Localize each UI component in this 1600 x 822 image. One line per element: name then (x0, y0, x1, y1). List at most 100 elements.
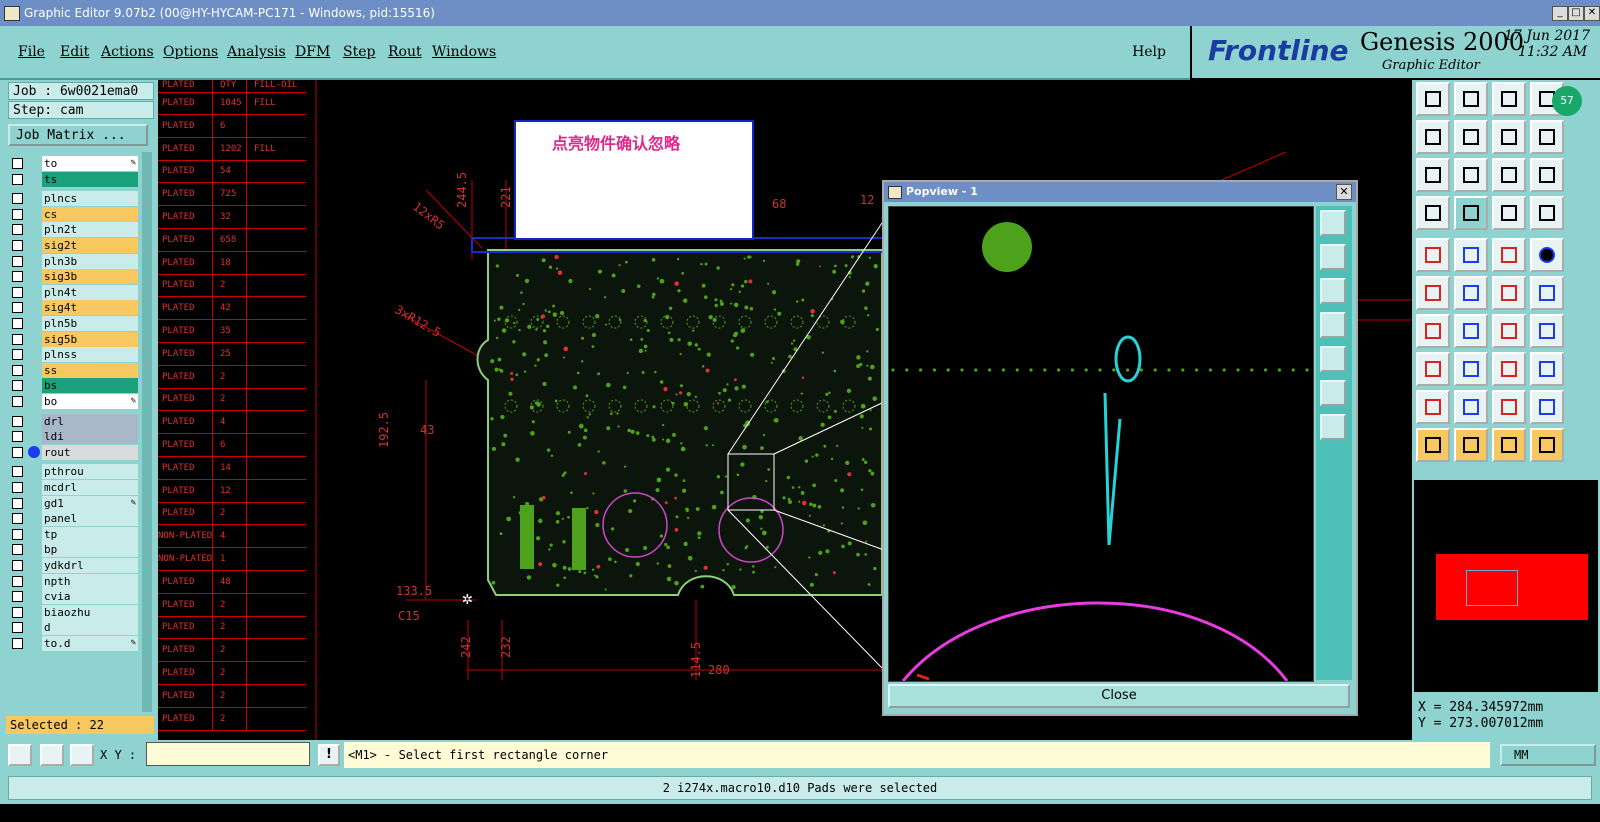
layer-name[interactable]: ydkdrl (42, 558, 138, 573)
help-icon[interactable] (1530, 158, 1564, 192)
popview-pan-up-icon[interactable] (1320, 244, 1346, 270)
layer-row[interactable]: pln4t (12, 284, 148, 300)
menu-dfm[interactable]: DFM (295, 44, 330, 60)
grid-icon[interactable] (70, 744, 94, 766)
draw-line-icon[interactable] (1416, 314, 1450, 348)
layer-name[interactable]: bo ✎ (42, 394, 138, 409)
layer-checkbox[interactable] (12, 606, 23, 618)
layer-checkbox[interactable] (12, 431, 23, 443)
layer-name[interactable]: rout (42, 444, 138, 460)
layer-checkbox[interactable] (12, 380, 23, 392)
layer-name[interactable]: pln4t (42, 284, 138, 300)
layer-name[interactable]: d (42, 620, 138, 636)
triangle-icon[interactable] (1416, 390, 1450, 424)
layer-checkbox[interactable] (12, 622, 23, 634)
measure-icon[interactable] (1416, 196, 1450, 230)
layer-name[interactable]: to ✎ (42, 156, 138, 171)
left-icon[interactable] (1416, 120, 1450, 154)
zoom-fit-icon[interactable] (1416, 158, 1450, 192)
layer-name[interactable]: sig4t (42, 300, 138, 316)
popview-pan-left-icon[interactable] (1320, 312, 1346, 338)
menu-options[interactable]: Options (163, 44, 218, 60)
select-pointer-icon[interactable] (1454, 428, 1488, 462)
layer-checkbox[interactable] (12, 333, 23, 345)
layer-swap-icon[interactable] (1530, 196, 1564, 230)
right-icon[interactable] (1454, 120, 1488, 154)
layer-name[interactable]: pln3b (42, 253, 138, 269)
layer-name[interactable]: pln2t (42, 222, 138, 238)
layer-row[interactable]: sig2t (12, 238, 148, 253)
layer-name[interactable]: sig2t (42, 238, 138, 253)
layer-row[interactable]: pln2t (12, 222, 148, 238)
cut-line-icon[interactable] (1454, 352, 1488, 386)
layer-checkbox[interactable] (12, 286, 23, 298)
connect-icon[interactable] (1416, 276, 1450, 310)
copy-icon[interactable] (1530, 276, 1564, 310)
layer-row[interactable]: plnss (12, 347, 148, 363)
layer-row[interactable]: bo ✎ (12, 394, 148, 409)
layer-checkbox[interactable] (12, 208, 23, 220)
menu-analysis[interactable]: Analysis (227, 44, 286, 60)
layer-row[interactable]: ss (12, 362, 148, 378)
select-box-icon[interactable] (1416, 352, 1450, 386)
layer-row[interactable]: npth (12, 573, 148, 589)
layer-name[interactable]: sig3b (42, 269, 138, 285)
layer-row[interactable]: biaozhu (12, 604, 148, 620)
fit-icon[interactable] (1492, 120, 1526, 154)
close-icon[interactable]: ✕ (1584, 6, 1600, 21)
layer-row[interactable]: bp (12, 542, 148, 558)
layer-checkbox[interactable] (12, 364, 23, 376)
layer-checkbox[interactable] (12, 255, 23, 267)
layer-checkbox[interactable] (12, 638, 23, 649)
layer-checkbox[interactable] (12, 575, 23, 587)
layer-name[interactable]: sig5b (42, 331, 138, 347)
layer-row[interactable]: d (12, 620, 148, 636)
menu-windows[interactable]: Windows (432, 44, 496, 60)
layer-checkbox[interactable] (12, 591, 23, 603)
layer-checkbox[interactable] (12, 349, 23, 361)
layer-row[interactable]: pln5b (12, 316, 148, 331)
arc-b-icon[interactable] (1492, 390, 1526, 424)
layer-name[interactable]: plnss (42, 347, 138, 363)
layer-row[interactable]: to ✎ (12, 156, 148, 171)
layer-name[interactable]: bp (42, 542, 138, 558)
layer-row[interactable]: bs (12, 378, 148, 394)
layer-row[interactable]: mcdrl (12, 480, 148, 495)
layer-checkbox[interactable] (12, 173, 23, 185)
layer-name[interactable]: tp (42, 526, 138, 542)
layer-name[interactable]: cs (42, 206, 138, 222)
layer-checkbox[interactable] (12, 224, 23, 236)
layer-name[interactable]: plncs (42, 191, 138, 207)
popview-zoom-window-icon[interactable] (1320, 210, 1346, 236)
ruler-icon[interactable] (1492, 238, 1526, 272)
layer-name[interactable]: drl (42, 413, 138, 429)
layer-row[interactable]: rout (12, 444, 148, 460)
menu-edit[interactable]: Edit (60, 44, 89, 60)
arc-a-icon[interactable] (1454, 390, 1488, 424)
minimap[interactable] (1414, 480, 1598, 692)
layer-row[interactable]: sig4t (12, 300, 148, 316)
layer-toggle-icon[interactable] (1492, 196, 1526, 230)
layer-name[interactable]: to.d ✎ (42, 636, 138, 651)
menu-help[interactable]: Help (1132, 44, 1166, 60)
layer-row[interactable]: gd1 ✎ (12, 495, 148, 511)
layer-checkbox[interactable] (12, 271, 23, 283)
layer-row[interactable]: tp (12, 526, 148, 542)
popview-pan-down-icon[interactable] (1320, 278, 1346, 304)
zoom-in-icon[interactable] (1454, 158, 1488, 192)
draw-arrow-icon[interactable] (1454, 314, 1488, 348)
layer-checkbox[interactable] (12, 513, 23, 525)
top-icon[interactable] (1416, 82, 1450, 116)
layer-scrollbar[interactable] (142, 152, 152, 712)
layer-checkbox[interactable] (12, 466, 23, 478)
minimize-icon[interactable]: _ (1552, 6, 1568, 21)
menu-rout[interactable]: Rout (388, 44, 422, 60)
layer-checkbox[interactable] (12, 396, 23, 407)
snap-s-icon[interactable] (1530, 120, 1564, 154)
popview-close-button[interactable]: Close (888, 684, 1350, 708)
layer-name[interactable]: ldi (42, 429, 138, 445)
layer-checkbox[interactable] (12, 302, 23, 314)
measure-icon[interactable] (40, 744, 64, 766)
layer-name[interactable]: biaozhu (42, 604, 138, 620)
layer-name[interactable]: mcdrl (42, 480, 138, 495)
